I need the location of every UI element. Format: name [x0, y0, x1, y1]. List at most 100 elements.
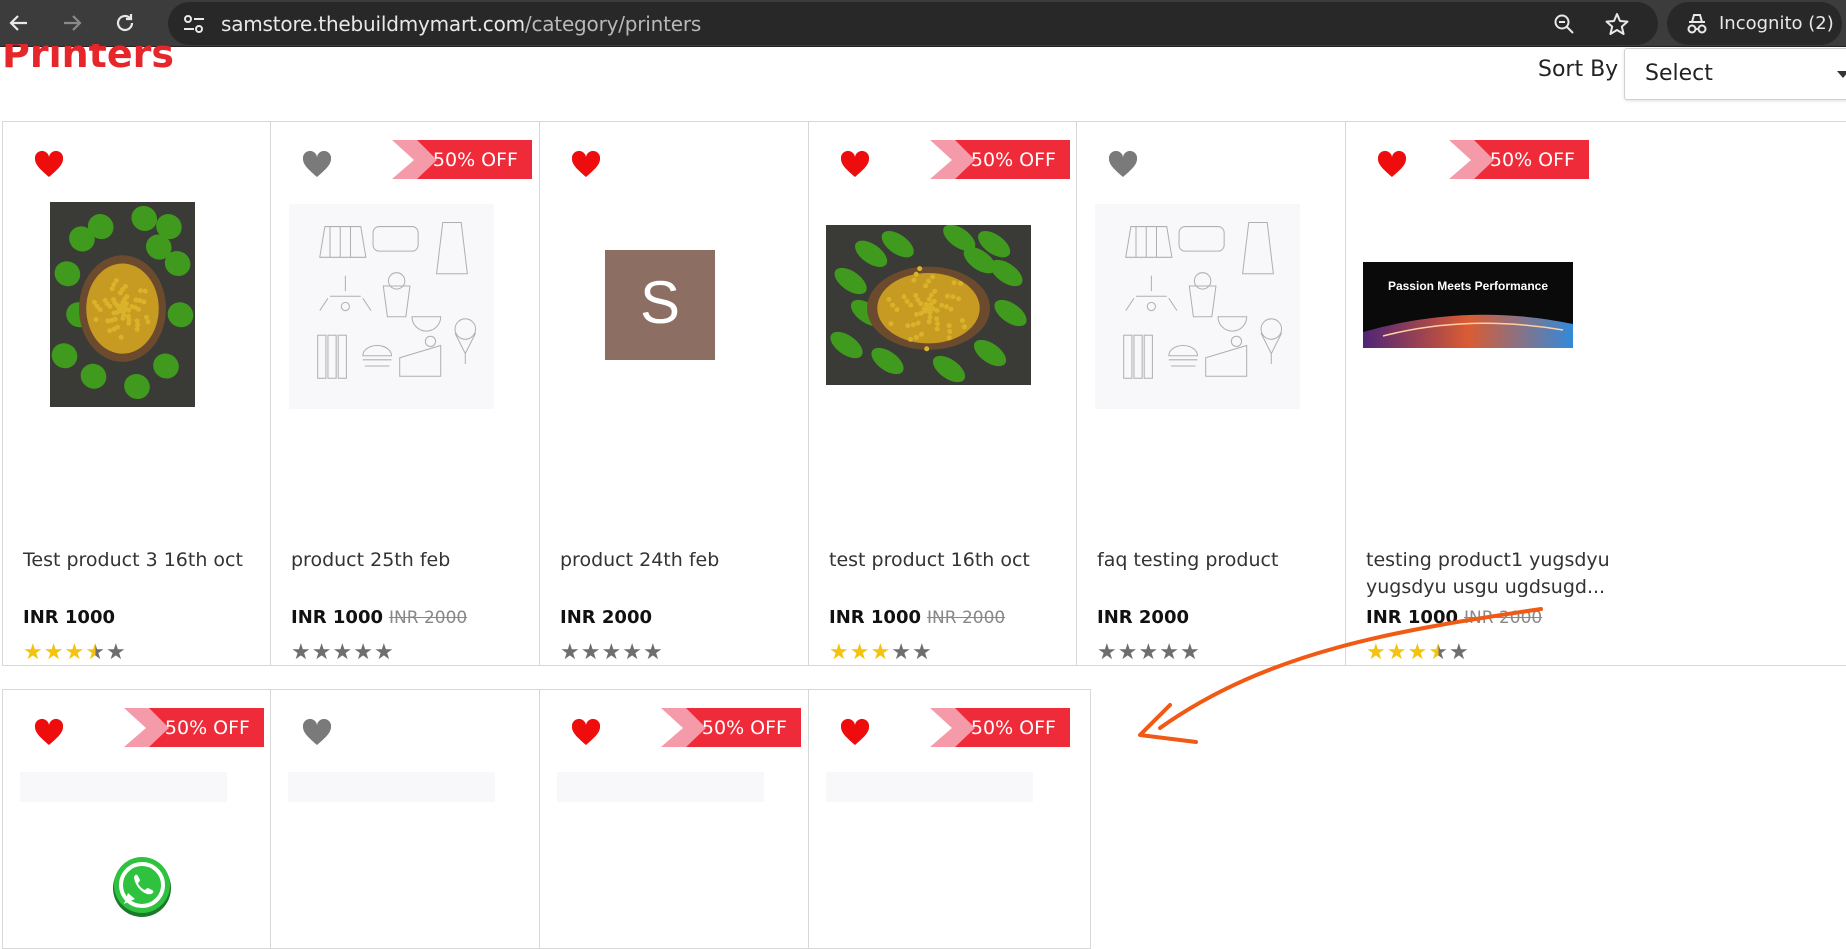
wishlist-heart-icon[interactable]	[839, 150, 871, 178]
address-bar[interactable]: samstore.thebuildmymart.com/category/pri…	[168, 2, 1658, 45]
wishlist-heart-icon[interactable]	[570, 150, 602, 178]
product-price: INR 1000 INR 2000	[829, 607, 1005, 628]
rating-stars: ★★★★★	[23, 640, 127, 665]
rating-star-icon: ★	[1407, 640, 1429, 665]
discount-badge: 50% OFF	[930, 708, 1070, 747]
rating-stars: ★★★★★	[291, 640, 395, 665]
wishlist-heart-icon[interactable]	[301, 150, 333, 178]
product-image-placeholder[interactable]	[288, 204, 495, 414]
product-name[interactable]: test product 16th oct	[829, 547, 1079, 574]
rating-star-icon: ★	[642, 640, 664, 665]
product-image-letter-text: S	[639, 269, 681, 336]
wishlist-heart-icon[interactable]	[1376, 150, 1408, 178]
rating-star-icon: ★	[85, 640, 106, 665]
incognito-indicator[interactable]: Incognito (2)	[1667, 2, 1842, 45]
rating-star-icon: ★	[311, 640, 333, 665]
rating-star-icon: ★	[849, 640, 871, 665]
rating-star-icon: ★	[1138, 640, 1160, 665]
product-price: INR 1000 INR 2000	[1366, 607, 1542, 628]
product-card[interactable]: faq testing productINR 2000★★★★★Subscrib…	[1076, 121, 1359, 666]
product-card[interactable]: Test product 3 16th octINR 1000★★★★★Subs…	[2, 121, 285, 666]
product-image[interactable]	[826, 224, 1031, 390]
product-image-placeholder[interactable]	[557, 772, 764, 802]
product-card[interactable]: 50% OFF test product 16th oct INR 1000 INR …	[808, 121, 1091, 666]
rating-star-icon: ★	[291, 640, 312, 665]
wishlist-heart-icon[interactable]	[1107, 150, 1139, 178]
product-card[interactable]: 50% OFF	[539, 689, 822, 949]
wishlist-heart-icon[interactable]	[570, 718, 602, 746]
back-arrow-icon[interactable]	[4, 8, 34, 38]
product-image[interactable]: Passion Meets Performance	[1363, 262, 1573, 353]
rating-stars: ★★★★★	[1097, 640, 1201, 665]
product-image-placeholder[interactable]	[288, 772, 495, 802]
product-image-placeholder[interactable]	[1094, 204, 1301, 414]
price-value: INR 1000	[23, 607, 115, 628]
product-image[interactable]	[50, 202, 195, 412]
discount-badge-label: 50% OFF	[164, 717, 250, 739]
product-name[interactable]: faq testing product	[1097, 547, 1347, 574]
sort-select-value: Select	[1645, 61, 1713, 86]
price-value: INR 1000	[291, 607, 383, 628]
rating-star-icon: ★	[1179, 640, 1201, 665]
rating-star-icon: ★	[891, 640, 912, 665]
rating-stars: ★★★★★	[1366, 640, 1470, 665]
product-image-caption: Passion Meets Performance	[1387, 279, 1549, 293]
price-value: INR 1000	[829, 607, 921, 628]
site-settings-icon[interactable]	[182, 13, 206, 40]
browser-toolbar: samstore.thebuildmymart.com/category/pri…	[0, 0, 1846, 47]
rating-star-icon: ★	[1159, 640, 1180, 665]
discount-badge: 50% OFF	[661, 708, 801, 747]
price-value: INR 2000	[1097, 607, 1189, 628]
sort-select[interactable]: Select	[1624, 48, 1846, 100]
rating-star-icon: ★	[622, 640, 643, 665]
incognito-label: Incognito (2)	[1719, 13, 1834, 34]
product-price: INR 1000	[23, 607, 115, 628]
product-image-letter[interactable]: S	[605, 250, 715, 365]
wishlist-heart-icon[interactable]	[33, 718, 65, 746]
forward-arrow-icon[interactable]	[57, 8, 87, 38]
price-value: INR 1000	[1366, 607, 1458, 628]
product-name[interactable]: Test product 3 16th oct	[23, 547, 273, 574]
price-original: INR 2000	[927, 608, 1006, 628]
discount-badge: 50% OFF	[124, 708, 264, 747]
rating-star-icon: ★	[870, 640, 892, 665]
product-card[interactable]	[270, 689, 553, 949]
wishlist-heart-icon[interactable]	[301, 718, 333, 746]
rating-star-icon: ★	[829, 640, 850, 665]
product-price: INR 2000	[560, 607, 652, 628]
product-card[interactable]: 50% OFF product 25th feb INR 1000 INR 2000 ★…	[270, 121, 553, 666]
discount-badge-label: 50% OFF	[970, 717, 1056, 739]
discount-badge: 50% OFF	[930, 140, 1070, 179]
rating-star-icon: ★	[1386, 640, 1408, 665]
product-name[interactable]: product 24th feb	[560, 547, 810, 574]
rating-star-icon: ★	[1428, 640, 1449, 665]
product-image-placeholder[interactable]	[20, 772, 227, 802]
chevron-down-icon	[1837, 71, 1846, 78]
product-card[interactable]: Sproduct 24th febINR 2000★★★★★Subscribe	[539, 121, 822, 666]
url-text: samstore.thebuildmymart.com/category/pri…	[221, 12, 702, 36]
product-card[interactable]: 50% OFF Passion Meets Performance testing …	[1345, 121, 1846, 666]
price-original: INR 2000	[1464, 608, 1543, 628]
wishlist-heart-icon[interactable]	[33, 150, 65, 178]
product-price: INR 2000	[1097, 607, 1189, 628]
price-value: INR 2000	[560, 607, 652, 628]
rating-star-icon: ★	[64, 640, 86, 665]
star-icon[interactable]	[1605, 12, 1629, 41]
rating-star-icon: ★	[1117, 640, 1139, 665]
wishlist-heart-icon[interactable]	[839, 718, 871, 746]
discount-badge: 50% OFF	[392, 140, 532, 179]
whatsapp-icon[interactable]	[108, 852, 176, 920]
rating-star-icon: ★	[911, 640, 933, 665]
rating-star-icon: ★	[332, 640, 354, 665]
incognito-icon	[1684, 13, 1710, 40]
reload-icon[interactable]	[110, 8, 140, 38]
price-original: INR 2000	[389, 608, 468, 628]
product-name[interactable]: product 25th feb	[291, 547, 541, 574]
product-name[interactable]: testing product1 yugsdyu yugsdyu usgu ug…	[1366, 547, 1616, 601]
product-image-placeholder[interactable]	[826, 772, 1033, 802]
zoom-icon[interactable]	[1553, 13, 1575, 40]
rating-star-icon: ★	[373, 640, 395, 665]
product-card[interactable]: 50% OFF	[808, 689, 1091, 949]
rating-star-icon: ★	[560, 640, 581, 665]
discount-badge-label: 50% OFF	[1489, 149, 1575, 171]
